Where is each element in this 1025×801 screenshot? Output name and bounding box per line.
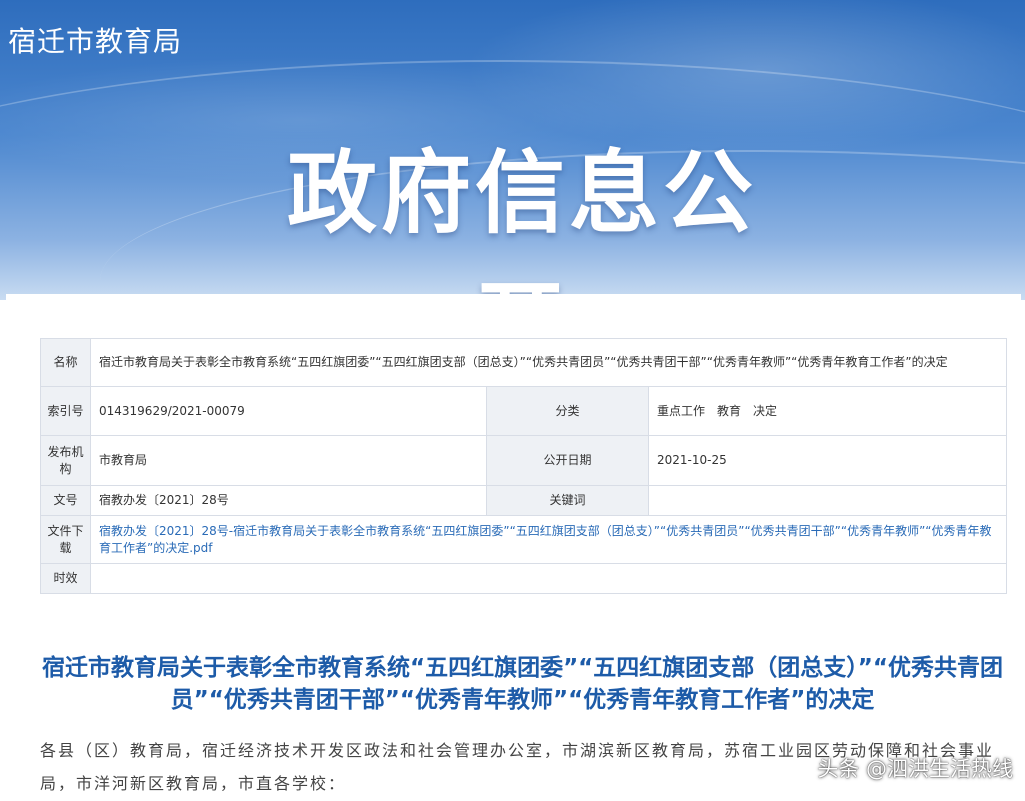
download-cell: 宿教办发〔2021〕28号-宿迁市教育局关于表彰全市教育系统“五四红旗团委”“五… <box>89 515 1008 564</box>
download-label: 文件下载 <box>40 515 91 564</box>
table-row: 索引号 014319629/2021-00079 分类 重点工作 教育 决定 <box>40 386 1008 436</box>
index-value: 014319629/2021-00079 <box>90 386 487 436</box>
content-panel: 名称 宿迁市教育局关于表彰全市教育系统“五四红旗团委”“五四红旗团支部（团总支）… <box>6 294 1021 801</box>
category-value: 重点工作 教育 决定 <box>647 386 1008 436</box>
date-label: 公开日期 <box>486 435 649 486</box>
date-value: 2021-10-25 <box>647 435 1008 486</box>
document-metadata-table: 名称 宿迁市教育局关于表彰全市教育系统“五四红旗团委”“五四红旗团支部（团总支）… <box>40 338 1008 594</box>
index-label: 索引号 <box>40 386 91 436</box>
table-row: 时效 <box>40 563 1008 594</box>
table-row: 名称 宿迁市教育局关于表彰全市教育系统“五四红旗团委”“五四红旗团支部（团总支）… <box>40 338 1008 387</box>
site-title[interactable]: 宿迁市教育局 <box>8 20 182 60</box>
pdf-download-link[interactable]: 宿教办发〔2021〕28号-宿迁市教育局关于表彰全市教育系统“五四红旗团委”“五… <box>99 524 992 555</box>
name-value: 宿迁市教育局关于表彰全市教育系统“五四红旗团委”“五四红旗团支部（团总支）”“优… <box>89 338 1008 387</box>
issuer-label: 发布机构 <box>40 435 91 486</box>
docno-label: 文号 <box>40 485 91 516</box>
header-banner: 宿迁市教育局 政府信息公开 <box>0 0 1025 300</box>
category-label: 分类 <box>486 386 649 436</box>
table-row: 文号 宿教办发〔2021〕28号 关键词 <box>40 485 1008 516</box>
name-label: 名称 <box>40 338 91 387</box>
validity-value <box>89 563 1008 594</box>
validity-label: 时效 <box>40 563 91 594</box>
table-row: 发布机构 市教育局 公开日期 2021-10-25 <box>40 435 1008 486</box>
banner-title: 政府信息公开 <box>287 141 757 300</box>
keywords-label: 关键词 <box>486 485 649 516</box>
document-title: 宿迁市教育局关于表彰全市教育系统“五四红旗团委”“五四红旗团支部（团总支）”“优… <box>41 655 1004 713</box>
keywords-value <box>647 485 1008 516</box>
table-row: 文件下载 宿教办发〔2021〕28号-宿迁市教育局关于表彰全市教育系统“五四红旗… <box>40 515 1008 564</box>
docno-value: 宿教办发〔2021〕28号 <box>90 485 487 516</box>
watermark: 头条 @泗洪生活热线 <box>817 757 1013 781</box>
issuer-value: 市教育局 <box>90 435 487 486</box>
